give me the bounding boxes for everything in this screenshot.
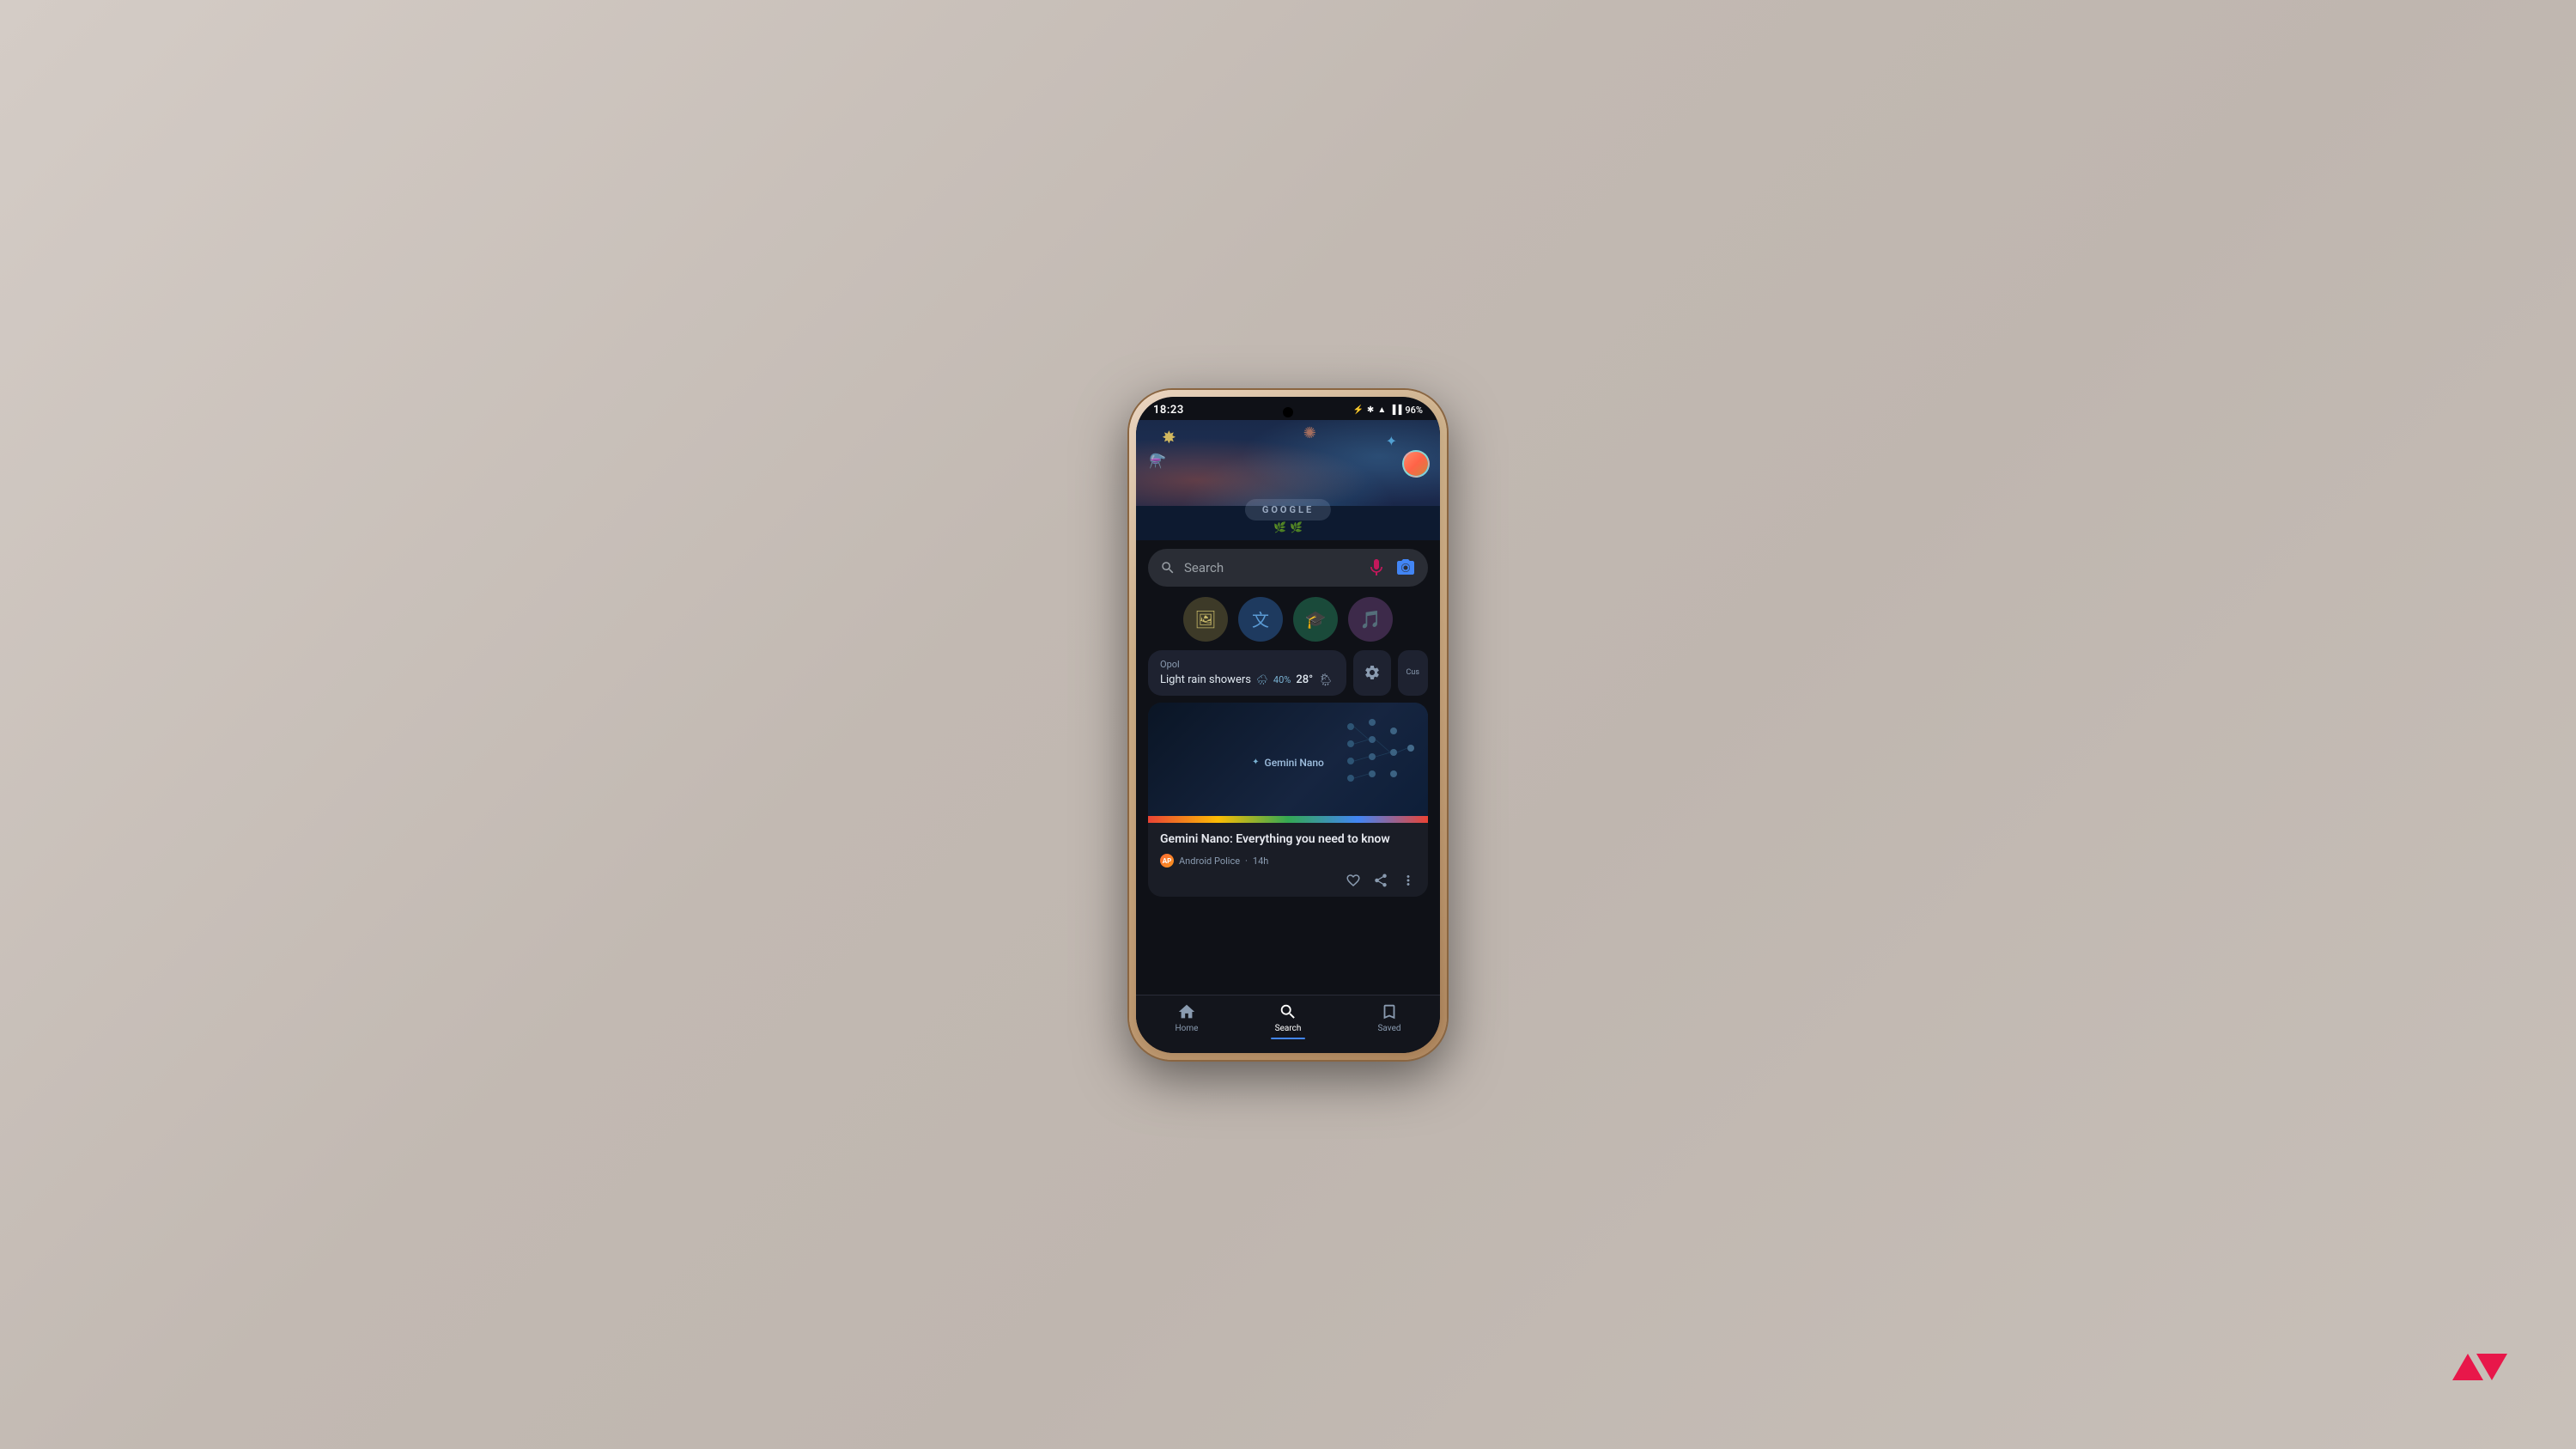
status-time: 18:23 bbox=[1153, 404, 1184, 417]
cust-label: Cus bbox=[1406, 668, 1419, 677]
search-bar[interactable]: Search bbox=[1148, 549, 1428, 587]
temperature: 28° bbox=[1296, 673, 1313, 686]
wifi-icon: ▲ bbox=[1377, 405, 1386, 415]
firework-1: ✸ bbox=[1162, 427, 1176, 447]
flask-icon: ⚗️ bbox=[1149, 453, 1166, 469]
profile-avatar[interactable] bbox=[1402, 450, 1430, 478]
news-title: Gemini Nano: Everything you need to know bbox=[1160, 831, 1416, 848]
news-thumbnail: ✦ Gemini Nano bbox=[1148, 703, 1428, 823]
search-nav-icon bbox=[1279, 1002, 1297, 1021]
customize-button[interactable]: Cus bbox=[1398, 650, 1428, 696]
news-content: Gemini Nano: Everything you need to know… bbox=[1148, 823, 1428, 898]
google-doodle-logo: GOOGLE bbox=[1245, 499, 1331, 521]
school-button[interactable]: 🎓 bbox=[1293, 597, 1338, 642]
settings-button[interactable] bbox=[1353, 650, 1391, 696]
signal-icon: ▐▐ bbox=[1389, 405, 1401, 415]
camera-lens-icon[interactable] bbox=[1395, 557, 1416, 578]
android-police-logo bbox=[2452, 1354, 2507, 1380]
separator: · bbox=[1245, 855, 1248, 867]
cloud-icon: 🌦 bbox=[1318, 673, 1334, 687]
nav-search-label: Search bbox=[1275, 1024, 1302, 1033]
doodle-logo-area: 🌿 GOOGLE 🌿 bbox=[1273, 521, 1303, 533]
google-colors-bar bbox=[1148, 816, 1428, 823]
gear-icon bbox=[1364, 664, 1381, 681]
gemini-text: Gemini Nano bbox=[1265, 757, 1324, 769]
home-icon bbox=[1177, 1002, 1196, 1021]
source-icon-text: AP bbox=[1163, 857, 1172, 865]
search-icon bbox=[1160, 560, 1176, 575]
gemini-nano-label: ✦ Gemini Nano bbox=[1252, 757, 1324, 769]
firework-2: ✦ bbox=[1386, 433, 1397, 449]
nfc-icon: ✱ bbox=[1367, 405, 1374, 415]
search-placeholder: Search bbox=[1184, 560, 1358, 575]
weather-row: Opol Light rain showers 🌧 40% 28° 🌦 bbox=[1136, 650, 1440, 703]
school-icon: 🎓 bbox=[1305, 609, 1327, 630]
nav-home[interactable]: Home bbox=[1136, 1002, 1237, 1039]
front-camera bbox=[1283, 407, 1293, 417]
avatar-image bbox=[1404, 452, 1428, 476]
music-icon: 🎵 bbox=[1360, 609, 1382, 630]
status-icons: ⚡ ✱ ▲ ▐▐ 96% bbox=[1352, 405, 1423, 416]
news-time: 14h bbox=[1253, 855, 1268, 867]
nav-active-indicator bbox=[1271, 1038, 1305, 1039]
rain-percent: 40% bbox=[1273, 674, 1291, 685]
share-icon[interactable] bbox=[1373, 873, 1388, 888]
image-search-button[interactable]: 🖼 bbox=[1183, 597, 1228, 642]
microphone-icon[interactable] bbox=[1366, 557, 1387, 578]
heart-icon[interactable] bbox=[1346, 873, 1361, 888]
weather-location: Opol bbox=[1160, 659, 1334, 670]
condition-text: Light rain showers bbox=[1160, 673, 1251, 686]
laurel-left: 🌿 bbox=[1273, 521, 1286, 533]
weather-condition: Light rain showers 🌧 40% 28° 🌦 bbox=[1160, 673, 1334, 687]
nav-saved-label: Saved bbox=[1377, 1024, 1400, 1033]
quick-actions-row: 🖼 文 🎓 🎵 bbox=[1136, 594, 1440, 650]
source-icon: AP bbox=[1160, 854, 1174, 868]
translate-button[interactable]: 文 bbox=[1238, 597, 1283, 642]
firework-3: ✺ bbox=[1303, 424, 1316, 442]
weather-widget[interactable]: Opol Light rain showers 🌧 40% 28° 🌦 bbox=[1148, 650, 1346, 696]
image-search-icon: 🖼 bbox=[1194, 609, 1216, 630]
phone-device: 18:23 ⚡ ✱ ▲ ▐▐ 96% ✸ ✦ ✺ bbox=[1129, 390, 1447, 1060]
laurel-right: 🌿 bbox=[1290, 521, 1303, 533]
rain-icon: 🌧 bbox=[1256, 674, 1268, 685]
gemini-icon: ✦ bbox=[1252, 758, 1259, 767]
battery-level: 96% bbox=[1405, 405, 1423, 416]
nav-search[interactable]: Search bbox=[1237, 1002, 1339, 1039]
ap-triangle-down bbox=[2476, 1354, 2507, 1380]
phone-bezel: 18:23 ⚡ ✱ ▲ ▐▐ 96% ✸ ✦ ✺ bbox=[1136, 397, 1440, 1053]
main-scene: 18:23 ⚡ ✱ ▲ ▐▐ 96% ✸ ✦ ✺ bbox=[0, 0, 2576, 1449]
translate-icon: 文 bbox=[1252, 606, 1269, 631]
google-doodle-banner: ✸ ✦ ✺ 🌿 GOOGLE 🌿 bbox=[1136, 420, 1440, 540]
news-card[interactable]: ✦ Gemini Nano Gemini Nano: Everything yo… bbox=[1148, 703, 1428, 898]
news-source: Android Police bbox=[1179, 855, 1240, 867]
phone-screen: 18:23 ⚡ ✱ ▲ ▐▐ 96% ✸ ✦ ✺ bbox=[1136, 397, 1440, 1053]
google-text: GOOGLE bbox=[1262, 504, 1314, 515]
nav-saved[interactable]: Saved bbox=[1339, 1002, 1440, 1039]
music-button[interactable]: 🎵 bbox=[1348, 597, 1393, 642]
bottom-navigation: Home Search Saved bbox=[1136, 995, 1440, 1053]
saved-icon bbox=[1380, 1002, 1399, 1021]
news-actions bbox=[1160, 873, 1416, 892]
bluetooth-icon: ⚡ bbox=[1352, 405, 1363, 415]
neural-network-viz bbox=[1342, 709, 1415, 791]
nav-home-label: Home bbox=[1176, 1024, 1199, 1033]
more-options-icon[interactable] bbox=[1400, 873, 1416, 888]
news-meta: AP Android Police · 14h bbox=[1160, 854, 1416, 868]
